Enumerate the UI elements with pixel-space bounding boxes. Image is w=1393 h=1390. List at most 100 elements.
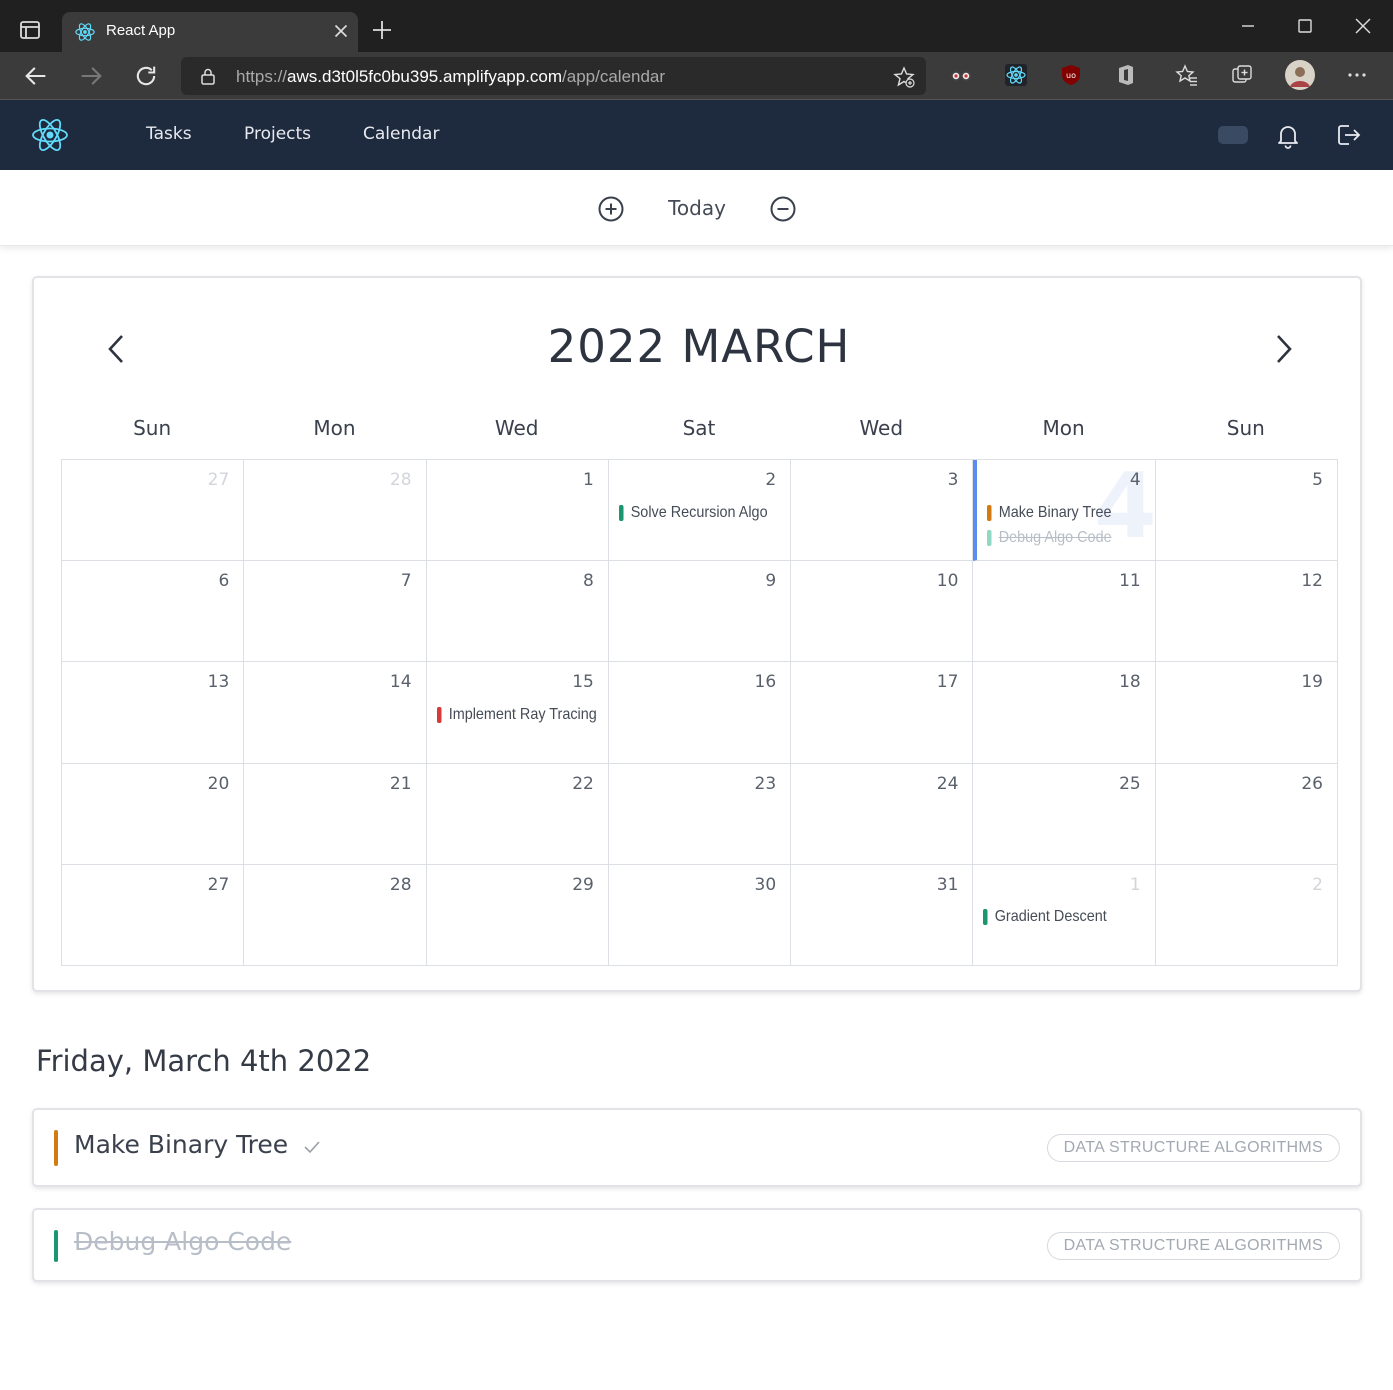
day-number: 2 (765, 470, 777, 490)
calendar-day-cell[interactable]: 31 (791, 864, 974, 966)
close-window-icon[interactable] (1351, 14, 1375, 38)
add-favorite-icon[interactable] (892, 65, 916, 89)
more-menu-icon[interactable] (1345, 63, 1369, 87)
weekday-label: Wed (859, 416, 904, 440)
collections-icon[interactable] (1230, 63, 1254, 87)
bell-icon[interactable] (1273, 120, 1303, 150)
nav-tasks[interactable]: Tasks (146, 124, 192, 144)
calendar-day-cell[interactable]: 14 (244, 662, 427, 764)
reading-glasses-extension-icon[interactable] (949, 63, 973, 87)
day-number: 31 (936, 874, 959, 895)
day-number: 28 (389, 874, 412, 895)
browser-tab[interactable]: React App (62, 12, 358, 52)
calendar-day-cell[interactable]: 19 (1155, 662, 1338, 764)
event-title: Gradient Descent (995, 908, 1108, 926)
tab-actions-icon[interactable] (18, 18, 42, 42)
zoom-bar: Today (0, 170, 1393, 246)
task-card[interactable]: Make Binary Tree DATA STRUCTURE ALGORITH… (32, 1108, 1362, 1187)
selected-day-title: Friday, March 4th 2022 (36, 1044, 372, 1078)
calendar-day-cell[interactable]: 9 (608, 561, 792, 663)
calendar-day-cell[interactable]: 2 Solve Recursion Algo (608, 460, 792, 562)
calendar-day-cell[interactable]: 6 (62, 561, 245, 663)
day-number: 14 (389, 672, 412, 693)
zoom-out-minus-circle-icon[interactable] (769, 195, 797, 223)
calendar-event[interactable]: Make Binary Tree (987, 500, 1132, 525)
day-number: 5 (1312, 470, 1323, 490)
calendar-day-cell[interactable]: 21 (244, 763, 427, 865)
task-project-tag: DATA STRUCTURE ALGORITHMS (1046, 1134, 1340, 1162)
calendar-day-cell[interactable]: 12 (1155, 561, 1338, 663)
logout-icon[interactable] (1333, 120, 1363, 150)
calendar-day-cell[interactable]: 23 (608, 763, 792, 865)
react-logo-icon[interactable] (30, 115, 70, 155)
calendar-day-cell[interactable]: 1 (426, 460, 609, 562)
calendar-event[interactable]: Debug Algo Code (987, 525, 1132, 550)
calendar-day-cell[interactable]: 10 (791, 561, 974, 663)
calendar-day-cell[interactable]: 16 (608, 662, 792, 764)
calendar-day-cell[interactable]: 13 (62, 662, 245, 764)
calendar-day-cell[interactable]: 17 (791, 662, 974, 764)
tab-title: React App (106, 22, 176, 39)
refresh-icon[interactable] (132, 62, 160, 90)
calendar-day-cell[interactable]: 29 (426, 864, 609, 966)
new-tab-icon[interactable] (370, 18, 394, 42)
zoom-in-plus-circle-icon[interactable] (597, 195, 625, 223)
calendar-day-cell[interactable]: 27 (62, 460, 245, 562)
office-extension-icon[interactable] (1114, 63, 1138, 87)
day-number: 8 (583, 571, 594, 592)
calendar-day-cell[interactable]: 2 (1155, 864, 1338, 966)
day-events: Implement Ray Tracing (436, 702, 602, 727)
browser-titlebar: React App (0, 0, 1393, 52)
calendar-event[interactable]: Gradient Descent (983, 905, 1132, 930)
calendar-day-cell[interactable]: 11 (973, 561, 1156, 663)
calendar-card: 2022 MARCH Sun Mon Wed Sat Wed Mon Sun 2… (32, 276, 1362, 992)
favorites-icon[interactable] (1175, 63, 1199, 87)
calendar-day-cell[interactable]: 18 (973, 662, 1156, 764)
today-button[interactable]: Today (640, 196, 754, 220)
calendar-day-cell[interactable]: 3 (791, 460, 974, 562)
nav-projects[interactable]: Projects (244, 124, 311, 144)
calendar-day-cell[interactable]: 15 Implement Ray Tracing (426, 662, 609, 764)
calendar-day-cell[interactable]: 1 Gradient Descent (973, 864, 1156, 966)
next-month-chevron-icon[interactable] (1268, 332, 1298, 366)
calendar-day-cell[interactable]: 20 (62, 763, 245, 865)
event-color-bar (618, 504, 624, 521)
close-tab-icon[interactable] (330, 20, 352, 42)
calendar-day-cell[interactable]: 8 (426, 561, 609, 663)
nav-calendar[interactable]: Calendar (363, 124, 439, 144)
task-color-bar (54, 1130, 58, 1166)
react-devtools-extension-icon[interactable] (1004, 63, 1028, 87)
profile-avatar-icon[interactable] (1285, 60, 1315, 90)
forward-arrow-icon[interactable] (77, 62, 105, 90)
calendar-day-cell[interactable]: 7 (244, 561, 427, 663)
calendar-event[interactable]: Solve Recursion Algo (618, 500, 768, 525)
address-bar[interactable]: https://aws.d3t0l5fc0bu395.amplifyapp.co… (181, 57, 926, 95)
url-text[interactable]: https://aws.d3t0l5fc0bu395.amplifyapp.co… (236, 67, 665, 87)
day-number: 28 (389, 470, 412, 490)
maximize-icon[interactable] (1293, 14, 1317, 38)
theme-toggle[interactable] (1218, 126, 1248, 144)
calendar-day-cell[interactable]: 26 (1155, 763, 1338, 865)
calendar-event[interactable]: Implement Ray Tracing (436, 702, 596, 727)
calendar-day-cell[interactable]: 22 (426, 763, 609, 865)
ublock-origin-extension-icon[interactable]: uo (1059, 63, 1083, 87)
calendar-day-cell[interactable]: 4 4 Make Binary Tree Debug Algo Code (973, 460, 1156, 562)
minimize-icon[interactable] (1236, 14, 1260, 38)
calendar-grid: 27 28 1 2 Solve Recursion Algo 3 4 4 Make Binary… (61, 459, 1338, 966)
calendar-day-cell[interactable]: 28 (244, 864, 427, 966)
calendar-day-cell[interactable]: 30 (608, 864, 792, 966)
event-title: Solve Recursion Algo (630, 503, 768, 521)
calendar-day-cell[interactable]: 24 (791, 763, 974, 865)
weekday-label: Wed (494, 416, 539, 440)
calendar-day-cell[interactable]: 27 (62, 864, 245, 966)
day-events: Make Binary Tree Debug Algo Code (987, 500, 1148, 550)
lock-icon[interactable] (199, 67, 217, 85)
calendar-day-cell[interactable]: 5 (1155, 460, 1338, 562)
calendar-day-cell[interactable]: 25 (973, 763, 1156, 865)
back-arrow-icon[interactable] (22, 62, 50, 90)
day-number: 13 (207, 672, 230, 693)
task-card[interactable]: Debug Algo Code DATA STRUCTURE ALGORITHM… (32, 1208, 1362, 1282)
calendar-day-cell[interactable]: 28 (244, 460, 427, 562)
day-number: 11 (1119, 571, 1141, 592)
check-icon[interactable] (302, 1137, 322, 1157)
